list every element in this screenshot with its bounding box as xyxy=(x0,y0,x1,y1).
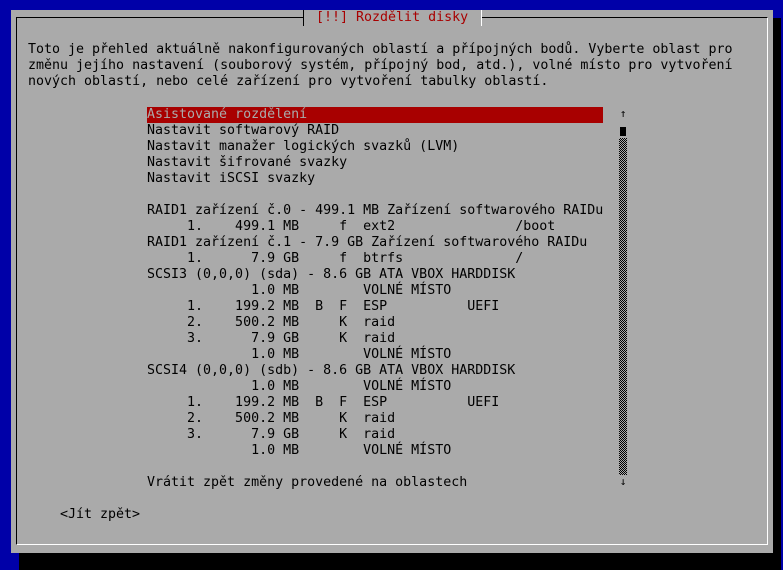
menu-item[interactable]: 1. 199.2 MB B F ESP UEFI xyxy=(147,395,499,411)
menu-item[interactable]: Vrátit zpět změny provedené na oblastech xyxy=(147,475,467,491)
dialog-shadow-bottom xyxy=(19,553,781,570)
menu-item[interactable]: 1.0 MB VOLNÉ MÍSTO xyxy=(147,283,451,299)
menu-item[interactable]: 1.0 MB VOLNÉ MÍSTO xyxy=(147,379,451,395)
scrollbar-thumb[interactable] xyxy=(620,127,626,136)
dialog-shadow-right xyxy=(773,18,781,570)
menu-item[interactable]: SCSI3 (0,0,0) (sda) - 8.6 GB ATA VBOX HA… xyxy=(147,267,515,283)
menu-item[interactable]: 1. 7.9 GB f btrfs / xyxy=(147,251,523,267)
menu-item[interactable]: RAID1 zařízení č.0 - 499.1 MB Zařízení s… xyxy=(147,203,603,219)
menu-item[interactable]: Nastavit šifrované svazky xyxy=(147,155,347,171)
menu-item[interactable]: 3. 7.9 GB K raid xyxy=(147,427,395,443)
menu-item[interactable]: 1. 199.2 MB B F ESP UEFI xyxy=(147,299,499,315)
menu-item[interactable]: 1.0 MB VOLNÉ MÍSTO xyxy=(147,443,451,459)
menu-item[interactable]: SCSI4 (0,0,0) (sdb) - 8.6 GB ATA VBOX HA… xyxy=(147,363,515,379)
intro-line: nových oblastí, nebo celé zařízení pro v… xyxy=(28,74,549,89)
menu-item[interactable]: Nastavit manažer logických svazků (LVM) xyxy=(147,139,459,155)
menu-item[interactable]: 3. 7.9 GB K raid xyxy=(147,331,395,347)
menu-item[interactable]: Nastavit softwarový RAID xyxy=(147,123,339,139)
intro-line: změnu jejího nastavení (souborový systém… xyxy=(28,58,733,73)
menu-item[interactable]: 1. 499.1 MB f ext2 /boot xyxy=(147,219,555,235)
scroll-down-arrow-icon[interactable]: ↓ xyxy=(619,474,627,490)
scrollbar-track[interactable] xyxy=(619,138,627,475)
menu-item-selected[interactable]: Asistované rozdělení xyxy=(147,107,603,123)
menu-item[interactable]: RAID1 zařízení č.1 - 7.9 GB Zařízení sof… xyxy=(147,235,587,251)
menu-item[interactable]: 2. 500.2 MB K raid xyxy=(147,411,395,427)
intro-line: Toto je přehled aktuálně nakonfigurovaný… xyxy=(28,42,733,57)
dialog-title: [!!] Rozdělit disky xyxy=(316,10,469,25)
menu-item[interactable]: 2. 500.2 MB K raid xyxy=(147,315,395,331)
menu-item[interactable]: Nastavit iSCSI svazky xyxy=(147,171,315,187)
back-button[interactable]: <Jít zpět> xyxy=(60,507,140,523)
scroll-up-arrow-icon[interactable]: ↑ xyxy=(619,106,627,122)
menu-item[interactable]: 1.0 MB VOLNÉ MÍSTO xyxy=(147,347,451,363)
